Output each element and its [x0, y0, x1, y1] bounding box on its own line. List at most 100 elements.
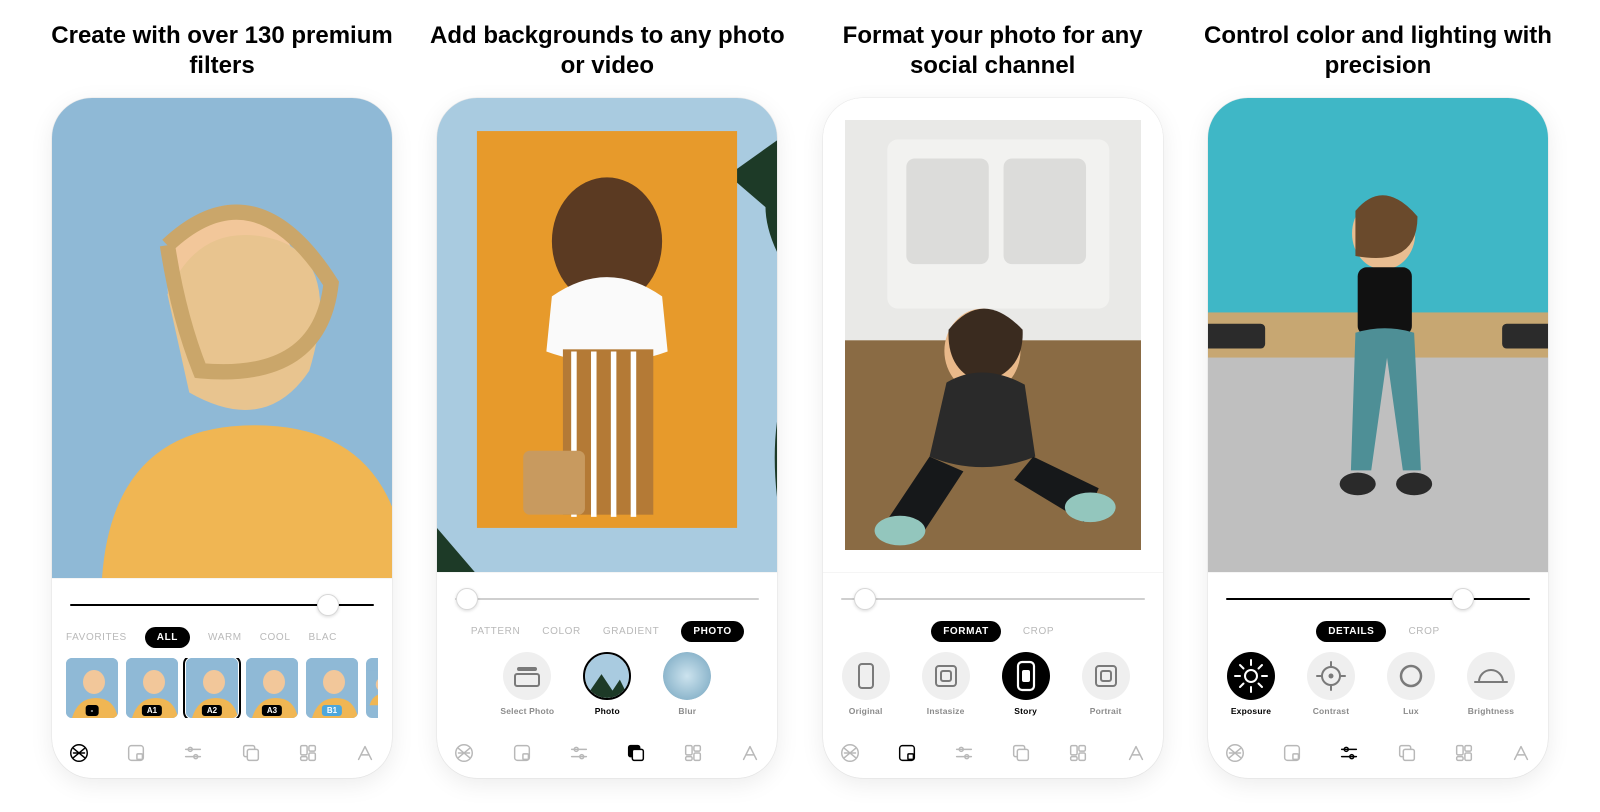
- photo-frame: [823, 98, 1163, 572]
- tab-photo[interactable]: PHOTO: [681, 621, 743, 642]
- editor-panel: FAVORITES ALL WARM COOL BLAC - A1 A2 A3 B1: [52, 578, 392, 732]
- screenshot-headline: Format your photo for any social channel: [813, 20, 1173, 82]
- thumb-label: A2: [202, 705, 222, 716]
- nav-crop-icon[interactable]: [511, 742, 533, 764]
- thumb-label: A3: [262, 705, 282, 716]
- nav-layers-icon[interactable]: [1010, 742, 1032, 764]
- phone-frame: FAVORITES ALL WARM COOL BLAC - A1 A2 A3 B1: [52, 98, 392, 778]
- photo-canvas[interactable]: [823, 98, 1163, 572]
- nav-sliders-icon[interactable]: [568, 742, 590, 764]
- tab-color[interactable]: COLOR: [542, 621, 581, 642]
- filter-thumb[interactable]: [366, 658, 378, 718]
- tab-crop[interactable]: CROP: [1023, 621, 1054, 642]
- thumb-label: B1: [322, 705, 342, 716]
- nav-sliders-icon[interactable]: [953, 742, 975, 764]
- tab-pattern[interactable]: PATTERN: [471, 621, 520, 642]
- option-instasize[interactable]: Instasize: [917, 652, 975, 716]
- nav-text-icon[interactable]: [1125, 742, 1147, 764]
- photo-canvas[interactable]: [52, 98, 392, 578]
- stack-icon: [503, 652, 551, 700]
- category-tabs: PATTERN COLOR GRADIENT PHOTO: [451, 621, 763, 642]
- thumb-label: A1: [142, 705, 162, 716]
- intensity-slider[interactable]: [841, 587, 1145, 611]
- photo-canvas[interactable]: [437, 98, 777, 572]
- nav-layers-icon[interactable]: [240, 742, 262, 764]
- nav-text-icon[interactable]: [739, 742, 761, 764]
- tab-warm[interactable]: WARM: [208, 627, 242, 648]
- option-exposure[interactable]: Exposure: [1222, 652, 1280, 716]
- tab-cool[interactable]: COOL: [260, 627, 291, 648]
- filter-thumb[interactable]: A2: [186, 658, 238, 718]
- slider-thumb[interactable]: [854, 588, 876, 610]
- app-screenshot-card: Format your photo for any social channel…: [813, 20, 1173, 778]
- photo-canvas[interactable]: [1208, 98, 1548, 572]
- option-blur[interactable]: Blur: [658, 652, 716, 716]
- screenshot-headline: Add backgrounds to any photo or video: [427, 20, 787, 82]
- nav-grid-icon[interactable]: [297, 742, 319, 764]
- category-tabs: FORMAT CROP: [837, 621, 1149, 642]
- filter-thumb[interactable]: -: [66, 658, 118, 718]
- phone-frame: FORMAT CROP Original Instasize Story Portrait…: [823, 98, 1163, 778]
- option-label: Original: [849, 706, 883, 716]
- option-lux[interactable]: Lux: [1382, 652, 1440, 716]
- bottom-toolbar: [1208, 732, 1548, 778]
- nav-layers-icon[interactable]: [625, 742, 647, 764]
- tab-crop[interactable]: CROP: [1408, 621, 1439, 642]
- tab-favorites[interactable]: FAVORITES: [66, 627, 127, 648]
- option-select-photo[interactable]: Select Photo: [498, 652, 556, 716]
- editor-panel: PATTERN COLOR GRADIENT PHOTO Select Photo Pho…: [437, 572, 777, 732]
- option-photo[interactable]: Photo: [578, 652, 636, 716]
- nav-filters-icon[interactable]: [453, 742, 475, 764]
- tab-all[interactable]: ALL: [145, 627, 190, 648]
- nav-filters-icon[interactable]: [839, 742, 861, 764]
- category-tabs: DETAILS CROP: [1222, 621, 1534, 642]
- option-label: Exposure: [1231, 706, 1271, 716]
- nav-text-icon[interactable]: [1510, 742, 1532, 764]
- nav-grid-icon[interactable]: [1067, 742, 1089, 764]
- option-story[interactable]: Story: [997, 652, 1055, 716]
- intensity-slider[interactable]: [455, 587, 759, 611]
- ring-icon: [1387, 652, 1435, 700]
- app-screenshot-card: Control color and lighting with precisio…: [1198, 20, 1558, 778]
- tab-blac[interactable]: BLAC: [308, 627, 337, 648]
- tab-details[interactable]: DETAILS: [1316, 621, 1386, 642]
- screenshot-headline: Create with over 130 premium filters: [42, 20, 402, 82]
- option-label: Portrait: [1090, 706, 1122, 716]
- slider-thumb[interactable]: [317, 594, 339, 616]
- rect-inset-icon: [922, 652, 970, 700]
- story-icon: [1002, 652, 1050, 700]
- nav-layers-icon[interactable]: [1396, 742, 1418, 764]
- option-label: Story: [1014, 706, 1037, 716]
- tab-gradient[interactable]: GRADIENT: [603, 621, 659, 642]
- app-screenshot-card: Create with over 130 premium filters FAV…: [42, 20, 402, 778]
- sun-icon: [1227, 652, 1275, 700]
- filter-thumb[interactable]: B1: [306, 658, 358, 718]
- option-label: Instasize: [927, 706, 965, 716]
- nav-filters-icon[interactable]: [1224, 742, 1246, 764]
- nav-crop-icon[interactable]: [125, 742, 147, 764]
- nav-sliders-icon[interactable]: [1338, 742, 1360, 764]
- filter-thumb[interactable]: A1: [126, 658, 178, 718]
- nav-crop-icon[interactable]: [1281, 742, 1303, 764]
- slider-thumb[interactable]: [456, 588, 478, 610]
- nav-grid-icon[interactable]: [1453, 742, 1475, 764]
- option-portrait[interactable]: Portrait: [1077, 652, 1135, 716]
- intensity-slider[interactable]: [1226, 587, 1530, 611]
- nav-grid-icon[interactable]: [682, 742, 704, 764]
- option-original[interactable]: Original: [837, 652, 895, 716]
- tab-format[interactable]: FORMAT: [931, 621, 1001, 642]
- nav-filters-icon[interactable]: [68, 742, 90, 764]
- filter-thumb[interactable]: A3: [246, 658, 298, 718]
- slider-thumb[interactable]: [1452, 588, 1474, 610]
- option-circles: Select Photo Photo Blur: [451, 652, 763, 716]
- nav-sliders-icon[interactable]: [182, 742, 204, 764]
- option-brightness[interactable]: Brightness: [1462, 652, 1520, 716]
- intensity-slider[interactable]: [70, 593, 374, 617]
- option-contrast[interactable]: Contrast: [1302, 652, 1360, 716]
- nav-crop-icon[interactable]: [896, 742, 918, 764]
- category-tabs: FAVORITES ALL WARM COOL BLAC: [66, 627, 378, 648]
- editor-panel: FORMAT CROP Original Instasize Story Portrait…: [823, 572, 1163, 732]
- nav-text-icon[interactable]: [354, 742, 376, 764]
- option-label: Photo: [595, 706, 620, 716]
- rect-inset-icon: [1082, 652, 1130, 700]
